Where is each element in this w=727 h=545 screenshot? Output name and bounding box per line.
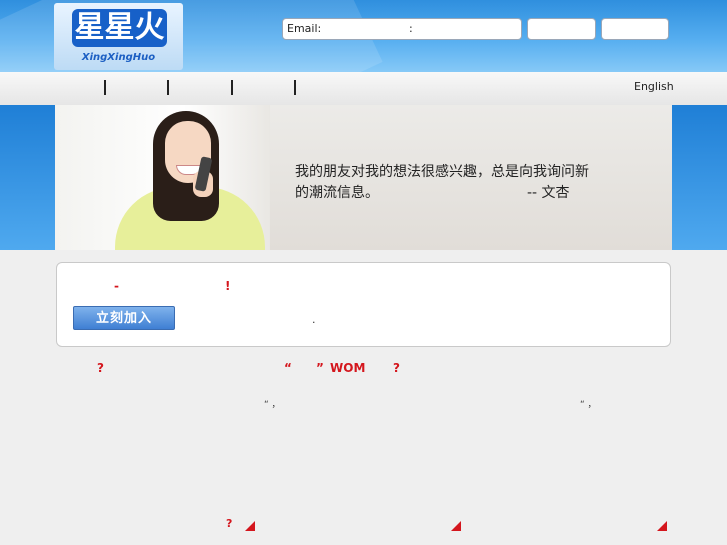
- join-dot: .: [312, 313, 316, 326]
- feature-question-2: ?: [393, 361, 400, 375]
- logo-wordmark: XingXingHuo: [81, 52, 156, 63]
- feature-mark-1: “ ，: [264, 400, 281, 410]
- feature-quote-close: ”: [316, 361, 324, 375]
- join-exclaim: !: [225, 279, 231, 293]
- corner-arrow-icon[interactable]: [245, 521, 255, 531]
- corner-arrow-icon[interactable]: [451, 521, 461, 531]
- join-panel: [56, 262, 671, 347]
- join-dash: -: [114, 279, 119, 293]
- feature-wom: WOM: [330, 361, 366, 375]
- testimonial-author: -- 文杏: [527, 185, 570, 201]
- feature-mark-2: “ ，: [580, 400, 597, 410]
- password-field[interactable]: [527, 18, 596, 40]
- login-button[interactable]: [601, 18, 669, 40]
- nav-separator: [294, 80, 296, 95]
- feature-question-3: ?: [226, 517, 233, 530]
- testimonial-line-1: 我的朋友对我的想法很感兴趣，总是向我询问新: [295, 164, 589, 180]
- logo-mark: 星星火: [72, 9, 167, 47]
- feature-quote-open: “: [284, 361, 292, 375]
- corner-arrow-icon[interactable]: [657, 521, 667, 531]
- site-logo[interactable]: 星星火 XingXingHuo: [54, 3, 183, 70]
- nav-separator: [231, 80, 233, 95]
- nav-separator: [104, 80, 106, 95]
- email-field[interactable]: Email: :: [282, 18, 522, 40]
- join-now-button[interactable]: 立刻加入: [73, 306, 175, 330]
- nav-bar: [0, 72, 727, 105]
- language-switch[interactable]: English: [634, 80, 674, 93]
- feature-question-1: ?: [97, 361, 104, 375]
- testimonial-line-2: 的潮流信息。: [295, 185, 379, 201]
- nav-separator: [167, 80, 169, 95]
- email-label: Email:: [287, 22, 322, 35]
- email-colon: :: [409, 22, 413, 35]
